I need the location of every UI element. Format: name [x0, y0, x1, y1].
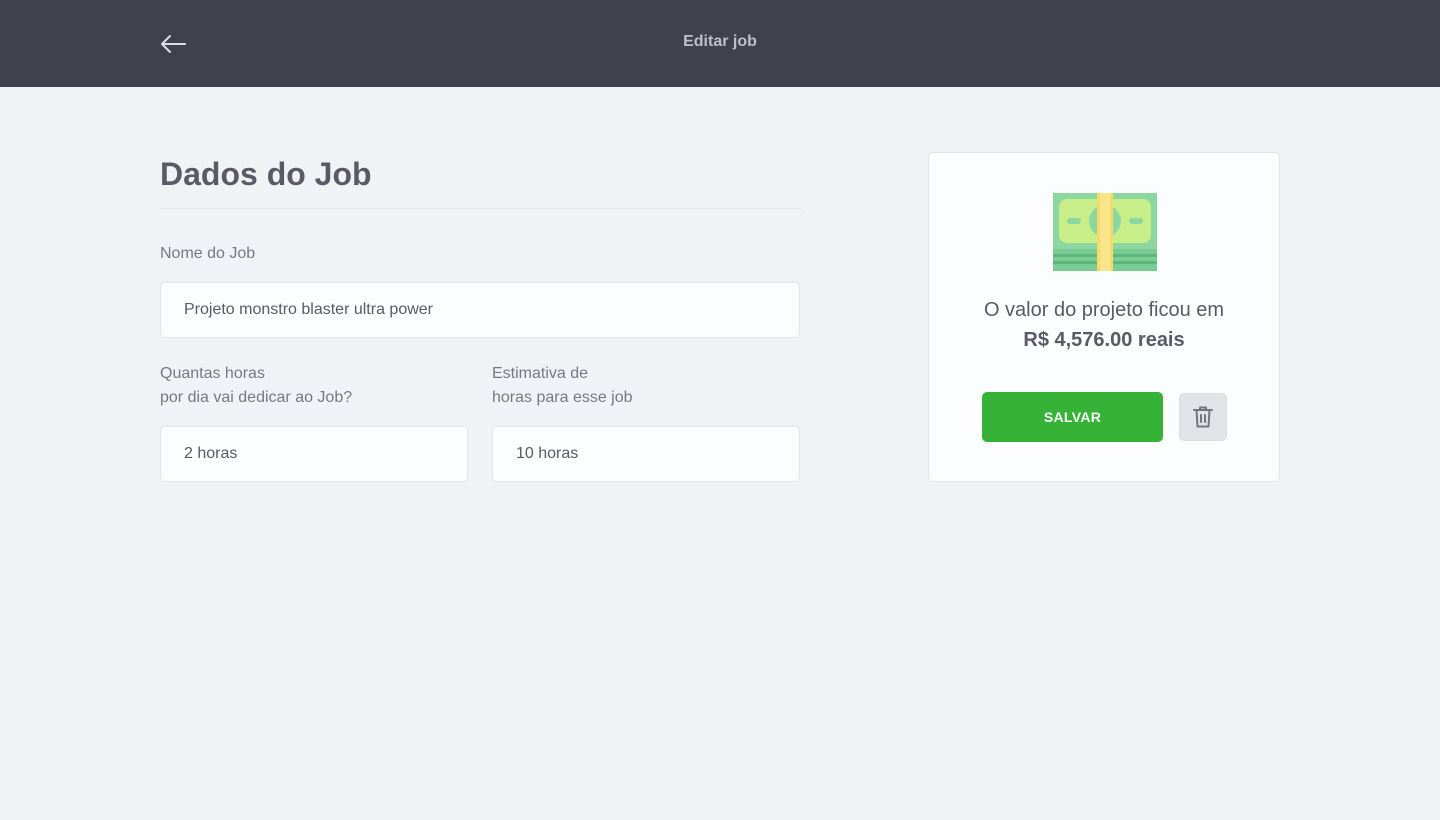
project-value-text: O valor do projeto ficou em	[983, 299, 1225, 321]
section-title: Dados do Job	[160, 152, 801, 209]
money-icon	[1053, 193, 1157, 271]
estimate-hours-label: Estimativa de horas para esse job	[492, 362, 633, 410]
project-value-amount: R$ 4,576.00 reais	[1023, 329, 1185, 351]
top-bar: Editar job	[0, 0, 1440, 87]
estimate-hours-input[interactable]	[492, 426, 800, 482]
daily-hours-input[interactable]	[160, 426, 468, 482]
daily-hours-label-line1: Quantas horas	[160, 365, 265, 382]
save-button[interactable]: SALVAR	[982, 392, 1163, 442]
trash-icon	[1193, 406, 1213, 428]
estimate-hours-label-line1: Estimativa de	[492, 365, 589, 382]
daily-hours-label: Quantas horas por dia vai dedicar ao Job…	[160, 362, 352, 410]
job-name-label: Nome do Job	[160, 245, 256, 262]
job-form: Dados do Job Nome do Job Quantas horas p…	[160, 152, 801, 482]
project-value-summary: O valor do projeto ficou em R$ 4,576.00 …	[929, 295, 1279, 355]
daily-hours-label-line2: por dia vai dedicar ao Job?	[160, 389, 353, 406]
summary-card: O valor do projeto ficou em R$ 4,576.00 …	[928, 152, 1280, 482]
job-name-input[interactable]	[160, 282, 800, 338]
delete-button[interactable]	[1179, 393, 1227, 441]
estimate-hours-label-line2: horas para esse job	[492, 389, 633, 406]
page-title: Editar job	[683, 33, 757, 50]
